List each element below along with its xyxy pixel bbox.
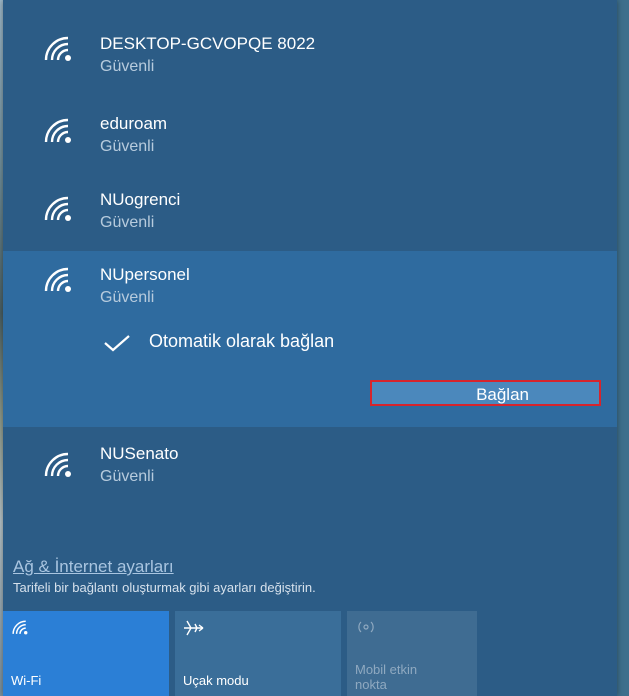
- network-ssid: NUogrenci: [100, 190, 181, 209]
- wifi-icon: [12, 620, 28, 635]
- hotspot-label-line2: nokta: [355, 677, 387, 692]
- network-ssid: eduroam: [100, 114, 168, 133]
- network-security: Güvenli: [100, 468, 155, 485]
- network-settings-link[interactable]: Ağ & İnternet ayarları: [13, 557, 174, 577]
- network-security: Güvenli: [100, 289, 155, 306]
- airplane-icon: [184, 620, 204, 636]
- hotspot-label-line1: Mobil etkin: [355, 662, 418, 677]
- airplane-tile-label: Uçak modu: [183, 673, 249, 688]
- network-item[interactable]: DESKTOP-GCVOPQE 8022 Güvenli: [3, 22, 617, 82]
- network-ssid: NUSenato: [100, 444, 179, 463]
- checkmark-icon: [104, 335, 130, 352]
- wifi-tile-label: Wi-Fi: [11, 673, 42, 688]
- auto-connect-label: Otomatik olarak bağlan: [149, 331, 335, 351]
- network-security: Güvenli: [100, 58, 155, 75]
- network-ssid: NUpersonel: [100, 265, 190, 284]
- wifi-signal-icon: [44, 196, 71, 221]
- hotspot-icon: [358, 621, 374, 633]
- network-item[interactable]: NUSenato Güvenli: [3, 436, 617, 500]
- network-ssid: DESKTOP-GCVOPQE 8022: [100, 34, 316, 53]
- wifi-signal-icon: [44, 118, 71, 143]
- network-flyout: DESKTOP-GCVOPQE 8022 Güvenli eduroam Güv…: [3, 0, 617, 696]
- network-item[interactable]: NUogrenci Güvenli: [3, 182, 617, 244]
- mobile-hotspot-tile[interactable]: Mobil etkin nokta: [347, 611, 477, 696]
- network-settings-description: Tarifeli bir bağlantı oluşturmak gibi ay…: [13, 580, 316, 595]
- wifi-signal-icon: [44, 452, 71, 477]
- auto-connect-checkbox[interactable]: Otomatik olarak bağlan: [103, 331, 433, 357]
- airplane-mode-tile[interactable]: Uçak modu: [175, 611, 341, 696]
- connect-button[interactable]: Bağlan: [370, 380, 601, 406]
- wifi-signal-icon: [44, 36, 71, 61]
- network-security: Güvenli: [100, 138, 155, 155]
- hotspot-tile-label: Mobil etkin nokta: [355, 662, 417, 692]
- network-item-selected[interactable]: NUpersonel Güvenli Otomatik olarak bağla…: [3, 251, 617, 427]
- network-security: Güvenli: [100, 214, 155, 231]
- wifi-signal-icon: [44, 267, 71, 292]
- network-item[interactable]: eduroam Güvenli: [3, 104, 617, 164]
- wifi-toggle-tile[interactable]: Wi-Fi: [3, 611, 169, 696]
